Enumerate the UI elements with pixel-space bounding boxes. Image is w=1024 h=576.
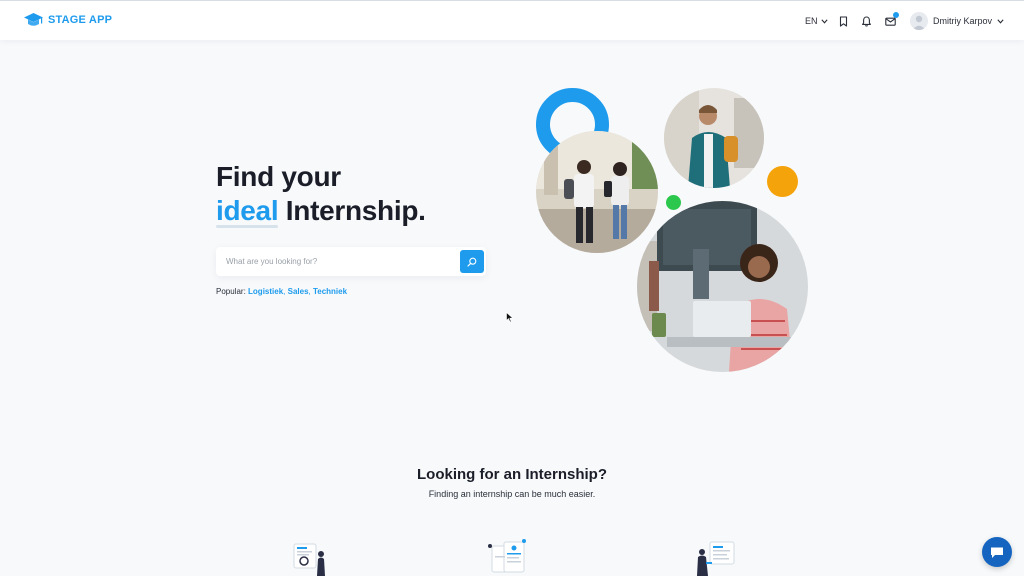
decorative-orange-dot [767, 166, 798, 197]
bookmarks-button[interactable] [838, 1, 849, 41]
chevron-down-icon [820, 18, 828, 24]
students-walking-photo [536, 131, 658, 253]
notifications-button[interactable] [861, 1, 872, 41]
user-icon [912, 15, 926, 30]
bell-icon [862, 15, 871, 27]
hero-title: Find your ideal Internship. [216, 160, 426, 228]
hero-title-line1: Find your [216, 161, 341, 192]
avatar [910, 12, 928, 30]
messages-button[interactable] [885, 1, 899, 41]
resume-board-illustration [690, 536, 740, 576]
chat-button[interactable] [982, 537, 1012, 567]
unread-badge [893, 12, 899, 18]
search-profile-illustration [288, 536, 338, 576]
popular-link-sales[interactable]: Sales [288, 287, 309, 296]
logo[interactable]: STAGE APP [24, 12, 112, 28]
documents-illustration [484, 536, 534, 576]
user-menu[interactable]: Dmitriy Karpov [910, 1, 1004, 41]
language-selector[interactable]: EN [805, 1, 828, 41]
popular-link-techniek[interactable]: Techniek [313, 287, 347, 296]
search-bar [216, 247, 486, 276]
popular-searches: Popular: Logistiek, Sales, Techniek [216, 287, 348, 296]
woman-laptop-photo [637, 201, 808, 372]
section-title: Looking for an Internship? [417, 466, 607, 483]
bookmark-icon [839, 15, 848, 27]
chat-bubble-icon [991, 547, 1003, 558]
mouse-cursor-icon [506, 312, 514, 323]
search-button[interactable] [460, 250, 484, 273]
hero-title-accent: ideal [216, 195, 279, 226]
user-name: Dmitriy Karpov [933, 16, 993, 26]
hero-title-line2: ideal Internship. [216, 194, 426, 228]
section-subtitle: Finding an internship can be much easier… [428, 489, 596, 499]
student-backpack-photo [664, 88, 764, 188]
graduation-cap-icon [24, 13, 43, 26]
hero-title-rest: Internship. [278, 195, 426, 226]
search-input[interactable] [216, 247, 456, 276]
chevron-down-icon [997, 18, 1004, 24]
search-icon [467, 257, 477, 267]
popular-link-logistiek[interactable]: Logistiek [248, 287, 283, 296]
decorative-green-dot [666, 195, 681, 210]
popular-label: Popular: [216, 287, 246, 296]
language-label: EN [805, 16, 818, 26]
logo-text: STAGE APP [48, 14, 113, 26]
top-navbar: STAGE APP EN Dmitriy Karpov [0, 0, 1024, 40]
